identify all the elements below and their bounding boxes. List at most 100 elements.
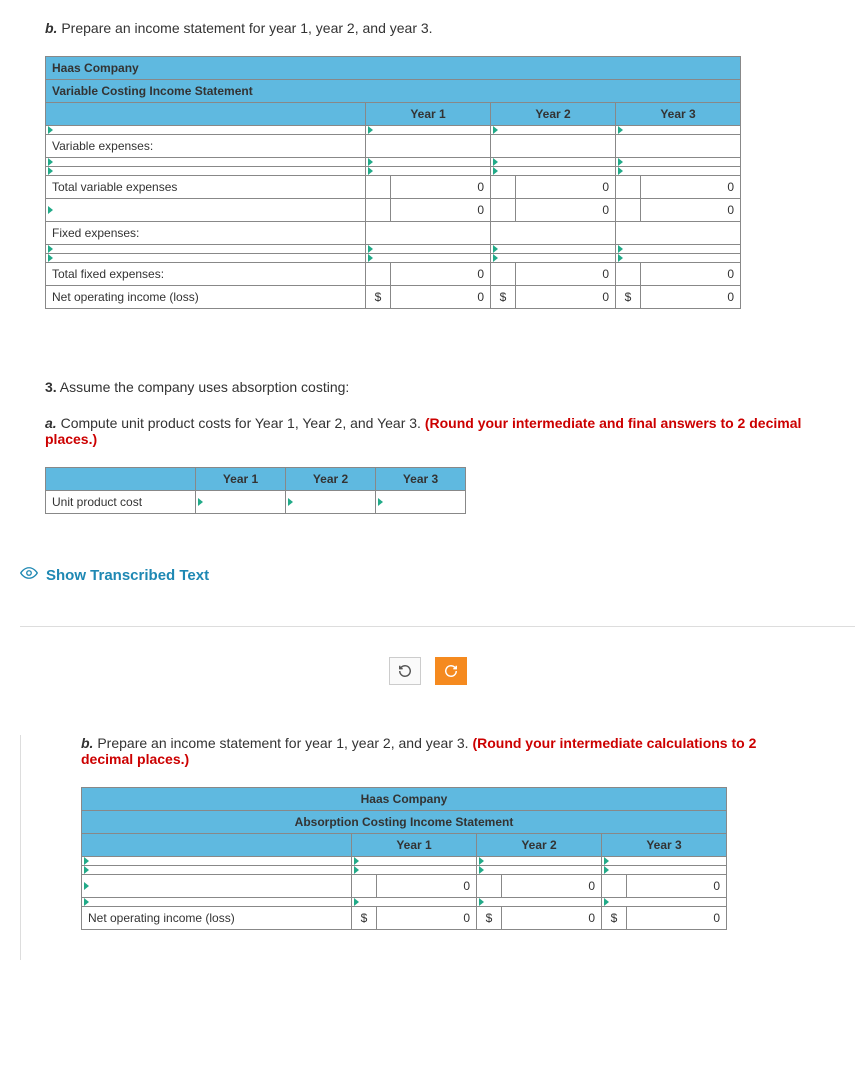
row-input[interactable]	[82, 875, 352, 898]
no-y3: 0	[641, 286, 741, 309]
cell-input[interactable]	[616, 158, 741, 167]
net-op-label: Net operating income (loss)	[46, 286, 366, 309]
l3-y1: 0	[377, 875, 477, 898]
cell	[616, 263, 641, 286]
year2-header: Year 2	[477, 834, 602, 857]
q3-prefix: 3.	[45, 379, 57, 395]
cell-input[interactable]	[491, 254, 616, 263]
row-input[interactable]	[82, 898, 352, 907]
tv-y3: 0	[641, 176, 741, 199]
cell	[366, 199, 391, 222]
row-input[interactable]	[46, 245, 366, 254]
cell-input[interactable]	[491, 158, 616, 167]
no-y1: 0	[391, 286, 491, 309]
b4-y3: 0	[641, 199, 741, 222]
row-input[interactable]	[46, 126, 366, 135]
variable-costing-table: Haas Company Variable Costing Income Sta…	[45, 56, 741, 309]
tf-y2: 0	[516, 263, 616, 286]
cell-input[interactable]	[196, 491, 286, 514]
year3-header: Year 3	[376, 468, 466, 491]
net-op-label: Net operating income (loss)	[82, 907, 352, 930]
show-transcribed-text-link[interactable]: Show Transcribed Text	[0, 544, 855, 626]
letter-b: b.	[45, 20, 57, 36]
year1-header: Year 1	[352, 834, 477, 857]
tv-y2: 0	[516, 176, 616, 199]
cell-input[interactable]	[616, 126, 741, 135]
company-header: Haas Company	[46, 57, 741, 80]
cell-input[interactable]	[477, 857, 602, 866]
year1-header: Year 1	[366, 103, 491, 126]
statement-title: Absorption Costing Income Statement	[82, 811, 727, 834]
q-b-btm-text: Prepare an income statement for year 1, …	[93, 735, 472, 751]
cell	[366, 135, 491, 158]
cell-input[interactable]	[366, 245, 491, 254]
cell	[602, 875, 627, 898]
q-b-text: Prepare an income statement for year 1, …	[57, 20, 432, 36]
letter-b: b.	[81, 735, 93, 751]
row-input[interactable]	[82, 857, 352, 866]
cell-input[interactable]	[477, 898, 602, 907]
tv-y1: 0	[391, 176, 491, 199]
cell	[366, 222, 491, 245]
cell-input[interactable]	[376, 491, 466, 514]
cell-input[interactable]	[491, 126, 616, 135]
cell	[491, 135, 616, 158]
cell-input[interactable]	[477, 866, 602, 875]
row-input[interactable]	[46, 158, 366, 167]
tf-y1: 0	[391, 263, 491, 286]
cell-input[interactable]	[352, 866, 477, 875]
cell-input[interactable]	[366, 126, 491, 135]
tf-y3: 0	[641, 263, 741, 286]
cell-input[interactable]	[366, 167, 491, 176]
cell	[477, 875, 502, 898]
cell	[491, 222, 616, 245]
question-3: 3. Assume the company uses absorption co…	[45, 379, 810, 395]
cell-input[interactable]	[491, 245, 616, 254]
dollar-sign: $	[602, 907, 627, 930]
l3-y3: 0	[627, 875, 727, 898]
cell-input[interactable]	[602, 866, 727, 875]
redo-button[interactable]	[435, 657, 467, 685]
cell-input[interactable]	[352, 857, 477, 866]
year3-header: Year 3	[616, 103, 741, 126]
year2-header: Year 2	[286, 468, 376, 491]
year1-header: Year 1	[196, 468, 286, 491]
b4-y1: 0	[391, 199, 491, 222]
row-input[interactable]	[82, 866, 352, 875]
refresh-row	[0, 627, 855, 735]
cell	[616, 199, 641, 222]
blank-header	[46, 103, 366, 126]
dollar-sign: $	[477, 907, 502, 930]
cell-input[interactable]	[286, 491, 376, 514]
cell-input[interactable]	[491, 167, 616, 176]
row-input[interactable]	[46, 167, 366, 176]
total-var-exp-label: Total variable expenses	[46, 176, 366, 199]
cell-input[interactable]	[616, 254, 741, 263]
undo-button[interactable]	[389, 657, 421, 685]
b4-y2: 0	[516, 199, 616, 222]
cell-input[interactable]	[616, 167, 741, 176]
statement-title: Variable Costing Income Statement	[46, 80, 741, 103]
q3a-text: Compute unit product costs for Year 1, Y…	[57, 415, 425, 431]
cell	[491, 199, 516, 222]
cell	[616, 135, 741, 158]
cell-input[interactable]	[366, 158, 491, 167]
dollar-sign: $	[366, 286, 391, 309]
l3-y2: 0	[502, 875, 602, 898]
cell-input[interactable]	[616, 245, 741, 254]
cell	[366, 176, 391, 199]
dollar-sign: $	[352, 907, 377, 930]
unit-product-cost-table: Year 1 Year 2 Year 3 Unit product cost	[45, 467, 466, 514]
cell-input[interactable]	[366, 254, 491, 263]
row-input[interactable]	[46, 199, 366, 222]
row-input[interactable]	[46, 254, 366, 263]
cell	[491, 263, 516, 286]
cell	[352, 875, 377, 898]
year3-header: Year 3	[602, 834, 727, 857]
cell-input[interactable]	[352, 898, 477, 907]
total-fixed-label: Total fixed expenses:	[46, 263, 366, 286]
cell-input[interactable]	[602, 898, 727, 907]
dollar-sign: $	[616, 286, 641, 309]
question-b-bottom: b. Prepare an income statement for year …	[81, 735, 810, 767]
cell-input[interactable]	[602, 857, 727, 866]
